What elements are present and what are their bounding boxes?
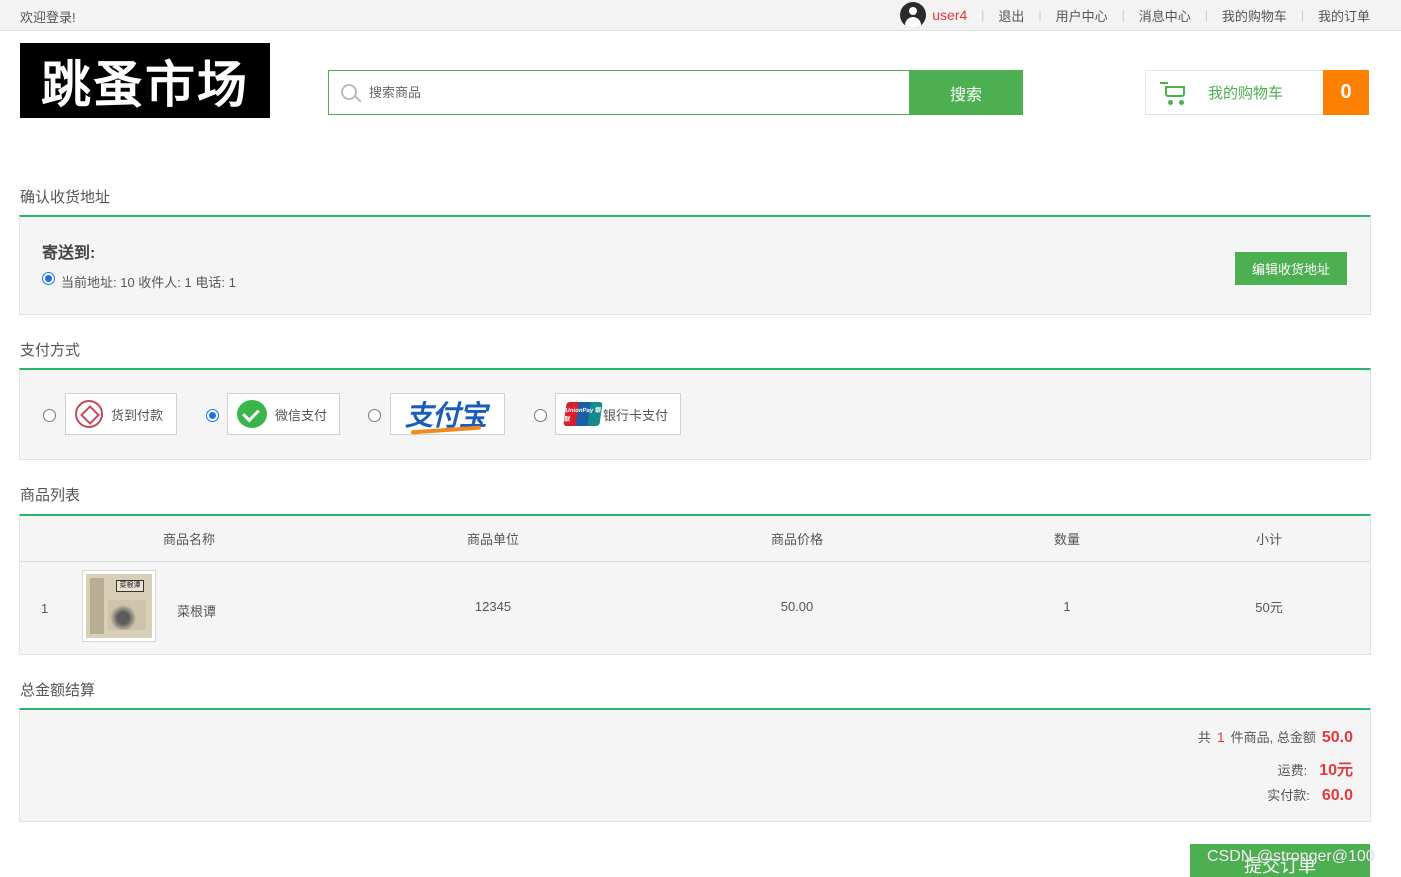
paid-label: 实付款: bbox=[1267, 788, 1310, 803]
ship-to-heading: 寄送到: bbox=[42, 245, 96, 262]
username-link[interactable]: user4 bbox=[932, 7, 967, 23]
summary-panel: 共 1 件商品, 总金额 50.0 运费: 10元 实付款: 60.0 bbox=[19, 708, 1371, 822]
address-panel: 寄送到: 当前地址: 10 收件人: 1 电话: 1 编辑收货地址 bbox=[19, 215, 1371, 315]
address-radio[interactable] bbox=[42, 272, 55, 285]
payment-radio-cod[interactable] bbox=[43, 409, 56, 422]
shipping-line: 运费: 10元 bbox=[1278, 756, 1353, 780]
payment-option-wechat[interactable]: 微信支付 bbox=[227, 393, 340, 435]
total-line: 共 1 件商品, 总金额 50.0 bbox=[1198, 727, 1353, 747]
column-header: 数量 bbox=[966, 516, 1168, 562]
goods-panel: 商品名称 商品单位 商品价格 数量 小计 12345 50.00 1 50元 1… bbox=[19, 514, 1371, 655]
count-prefix: 共 bbox=[1197, 730, 1211, 745]
paid-line: 实付款: 60.0 bbox=[1267, 785, 1353, 805]
top-nav: user4 | 退出 | 用户中心 | 消息中心 | 我的购物车 | 我的订单 bbox=[900, 0, 1370, 30]
payment-option-label: 微信支付 bbox=[275, 407, 328, 423]
shipping-fee: 10元 bbox=[1319, 762, 1353, 779]
payment-option-bankcard[interactable]: UnionPay 银联 银行卡支付 bbox=[555, 393, 681, 435]
goods-price: 50.00 bbox=[780, 599, 814, 615]
top-bar: 欢迎登录! user4 | 退出 | 用户中心 | 消息中心 | 我的购物车 |… bbox=[0, 0, 1401, 31]
edit-address-button[interactable]: 编辑收货地址 bbox=[1235, 252, 1347, 285]
payment-radio-alipay[interactable] bbox=[368, 409, 381, 422]
goods-quantity: 1 bbox=[1063, 599, 1071, 615]
count-suffix: 件商品, 总金额 bbox=[1230, 730, 1316, 745]
cart-widget[interactable]: 我的购物车 0 bbox=[1145, 70, 1369, 115]
goods-table: 商品名称 商品单位 商品价格 数量 小计 12345 50.00 1 50元 bbox=[20, 516, 1370, 652]
product-thumbnail[interactable]: 菜根谭 bbox=[82, 570, 156, 642]
my-orders-link[interactable]: 我的订单 bbox=[1318, 6, 1370, 25]
cash-on-delivery-icon bbox=[75, 400, 103, 428]
column-header: 商品名称 bbox=[20, 516, 358, 562]
my-cart-link[interactable]: 我的购物车 bbox=[1222, 6, 1287, 25]
nav-separator: | bbox=[981, 8, 985, 22]
cart-label: 我的购物车 bbox=[1208, 85, 1284, 102]
alipay-logo: 支付宝 bbox=[405, 394, 487, 434]
nav-separator: | bbox=[1204, 8, 1208, 22]
payment-section-title: 支付方式 bbox=[20, 342, 81, 359]
goods-section-title: 商品列表 bbox=[20, 487, 81, 504]
column-header: 小计 bbox=[1168, 516, 1370, 562]
goods-unit: 12345 bbox=[474, 599, 512, 615]
goods-subtotal: 50元 bbox=[1255, 600, 1283, 616]
search-bar: 搜索 bbox=[328, 70, 1023, 115]
message-center-link[interactable]: 消息中心 bbox=[1139, 6, 1191, 25]
unionpay-icon: UnionPay 银联 bbox=[563, 402, 603, 426]
shipping-label: 运费: bbox=[1277, 763, 1308, 778]
item-count: 1 bbox=[1216, 729, 1225, 745]
nav-separator: | bbox=[1038, 8, 1042, 22]
search-button[interactable]: 搜索 bbox=[909, 70, 1023, 115]
payment-radio-wechat[interactable] bbox=[206, 409, 219, 422]
row-index: 1 bbox=[41, 601, 49, 616]
logout-link[interactable]: 退出 bbox=[998, 6, 1024, 25]
current-address-text: 当前地址: 10 收件人: 1 电话: 1 bbox=[61, 275, 236, 290]
payment-option-label: 银行卡支付 bbox=[603, 407, 669, 423]
total-amount: 50.0 bbox=[1321, 729, 1353, 746]
search-input[interactable] bbox=[369, 71, 909, 114]
nav-separator: | bbox=[1300, 8, 1304, 22]
current-address-row: 当前地址: 10 收件人: 1 电话: 1 bbox=[42, 272, 236, 291]
product-name[interactable]: 菜根谭 bbox=[177, 601, 216, 620]
column-header: 商品单位 bbox=[358, 516, 628, 562]
cart-count-badge: 0 bbox=[1323, 70, 1369, 115]
watermark-text: CSDN @stronger@100 bbox=[1207, 848, 1375, 865]
table-row: 12345 50.00 1 50元 bbox=[20, 561, 1370, 652]
site-logo[interactable]: 跳蚤市场 bbox=[20, 43, 270, 118]
payment-option-cod[interactable]: 货到付款 bbox=[65, 393, 177, 435]
table-header-row: 商品名称 商品单位 商品价格 数量 小计 bbox=[20, 516, 1370, 562]
payment-panel: 货到付款 微信支付 支付宝 UnionPay 银联 银行卡支付 bbox=[19, 368, 1371, 460]
search-icon bbox=[329, 71, 369, 114]
wechat-pay-icon bbox=[237, 400, 267, 428]
payment-option-label: 货到付款 bbox=[111, 407, 164, 423]
payment-radio-bankcard[interactable] bbox=[534, 409, 547, 422]
payment-option-alipay[interactable]: 支付宝 bbox=[390, 393, 505, 435]
summary-section-title: 总金额结算 bbox=[20, 682, 96, 699]
nav-separator: | bbox=[1121, 8, 1125, 22]
book-cover-label: 菜根谭 bbox=[116, 580, 144, 592]
shopping-cart-icon bbox=[1160, 80, 1190, 106]
address-section-title: 确认收货地址 bbox=[20, 189, 111, 206]
column-header: 商品价格 bbox=[628, 516, 966, 562]
user-center-link[interactable]: 用户中心 bbox=[1056, 6, 1108, 25]
user-avatar-icon[interactable] bbox=[900, 2, 927, 28]
paid-amount: 60.0 bbox=[1321, 787, 1353, 804]
welcome-text: 欢迎登录! bbox=[20, 10, 76, 25]
